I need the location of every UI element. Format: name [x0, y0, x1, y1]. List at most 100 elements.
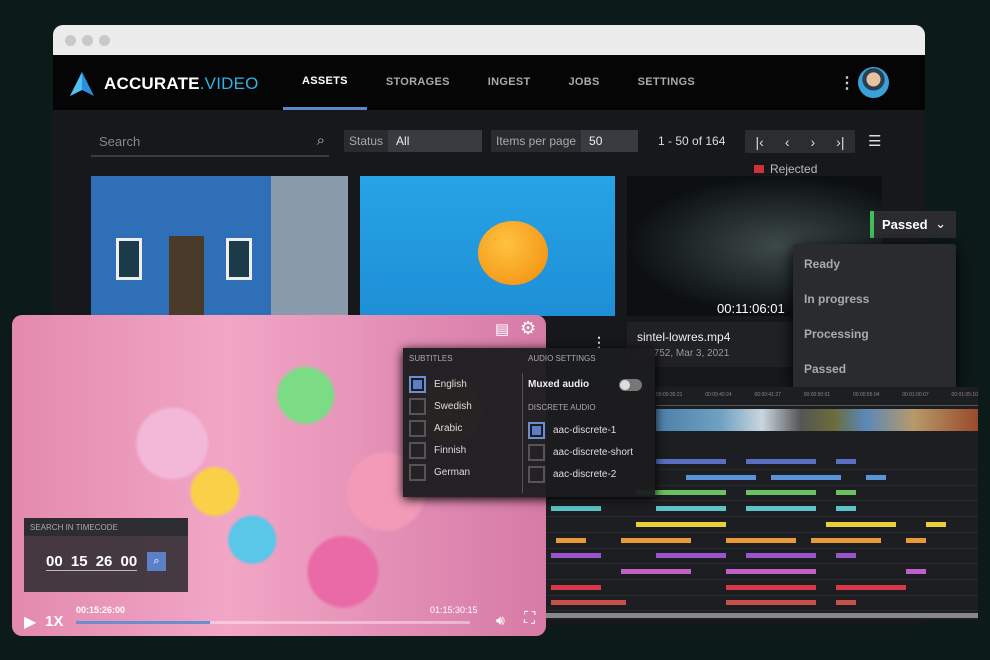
- image-detail: [116, 238, 142, 280]
- window-dot[interactable]: [65, 34, 76, 46]
- audio-option[interactable]: aac-discrete-short: [528, 444, 633, 461]
- nav-jobs[interactable]: JOBS: [550, 55, 619, 110]
- audio-option[interactable]: aac-discrete-2: [528, 466, 616, 483]
- menu-item-ready[interactable]: Ready: [793, 244, 956, 279]
- checkbox[interactable]: [528, 422, 545, 439]
- timeline-segment[interactable]: [621, 537, 691, 543]
- audio-option[interactable]: aac-discrete-1: [528, 422, 616, 439]
- subtitle-option[interactable]: German: [409, 464, 470, 481]
- timeline-segment[interactable]: [746, 490, 816, 496]
- checkbox[interactable]: [409, 398, 426, 415]
- timeline-segment[interactable]: [656, 553, 726, 559]
- status-select[interactable]: Status All: [344, 130, 483, 152]
- timeline-segment[interactable]: [551, 584, 601, 590]
- menu-item-processing[interactable]: Processing: [793, 314, 956, 349]
- window-dot[interactable]: [82, 34, 93, 46]
- timeline-thumbnails: [656, 409, 978, 431]
- timeline-segment[interactable]: [726, 600, 816, 606]
- window-dot[interactable]: [99, 34, 110, 46]
- more-vert-icon[interactable]: ⋮: [839, 73, 855, 93]
- status-selected: Passed: [882, 217, 928, 232]
- menu-item-in-progress[interactable]: In progress: [793, 279, 956, 314]
- timeline-segment[interactable]: [926, 521, 946, 527]
- checkbox-label: German: [434, 467, 471, 478]
- timeline-segment[interactable]: [906, 537, 926, 543]
- gear-icon[interactable]: ⚙: [520, 318, 536, 339]
- timeline-segment[interactable]: [636, 521, 726, 527]
- speed-button[interactable]: 1X: [45, 613, 63, 630]
- timeline-segment[interactable]: [746, 459, 816, 464]
- checkbox[interactable]: [528, 466, 545, 483]
- checkbox[interactable]: [409, 464, 426, 481]
- volume-icon[interactable]: 🔊︎: [496, 612, 505, 629]
- seek-bar[interactable]: [76, 621, 470, 624]
- play-icon[interactable]: ▶: [24, 612, 36, 632]
- timeline-segment[interactable]: [551, 506, 601, 512]
- next-page-icon[interactable]: ›: [810, 134, 815, 150]
- nav-storages[interactable]: STORAGES: [367, 55, 469, 110]
- track-line: [546, 500, 978, 502]
- subtitles-heading: SUBTITLES: [409, 354, 453, 363]
- timeline-segment[interactable]: [811, 537, 881, 543]
- fullscreen-icon[interactable]: ⛶: [524, 610, 535, 628]
- timeline-segment[interactable]: [656, 506, 726, 512]
- timeline-segment[interactable]: [771, 474, 841, 480]
- timeline-segment[interactable]: [686, 474, 756, 480]
- subtitle-option[interactable]: Swedish: [409, 398, 472, 415]
- subtitles-icon[interactable]: ▤: [495, 320, 509, 338]
- search-icon[interactable]: ⌕: [147, 552, 166, 571]
- checkbox[interactable]: [528, 444, 545, 461]
- timeline-segment[interactable]: [906, 568, 926, 574]
- timeline-segment[interactable]: [746, 506, 816, 512]
- nav-assets[interactable]: ASSETS: [283, 55, 367, 110]
- checkbox[interactable]: [409, 376, 426, 393]
- muxed-audio-toggle[interactable]: [619, 379, 642, 391]
- timeline-segment[interactable]: [551, 600, 626, 606]
- timeline-scrollbar[interactable]: [546, 613, 978, 618]
- checkbox[interactable]: [409, 442, 426, 459]
- track-line: [546, 594, 978, 596]
- menu-item-passed[interactable]: Passed: [793, 349, 956, 384]
- timeline-ruler[interactable]: 00:00:35:21 00:00:40:24 00:00:41:27 00:00:5…: [656, 392, 978, 406]
- asset-thumbnail[interactable]: [360, 176, 615, 316]
- search-input[interactable]: Search ⌕: [91, 130, 329, 157]
- timeline-segment[interactable]: [836, 584, 906, 590]
- timeline-segment[interactable]: [826, 521, 896, 527]
- timeline-segment[interactable]: [621, 568, 691, 574]
- rejected-icon: [754, 165, 764, 173]
- nav-ingest[interactable]: INGEST: [469, 55, 550, 110]
- status-dropdown[interactable]: Passed ⌄: [870, 211, 956, 238]
- subtitle-option[interactable]: English: [409, 376, 467, 393]
- subtitle-option[interactable]: Finnish: [409, 442, 466, 459]
- avatar[interactable]: [858, 67, 889, 98]
- timeline-segment[interactable]: [726, 537, 796, 543]
- track-line: [546, 563, 978, 565]
- toolbar: Search ⌕ Status All Items per page 50 1 - 5…: [53, 110, 925, 170]
- timeline-segment[interactable]: [836, 600, 856, 606]
- asset-thumbnail[interactable]: [91, 176, 348, 316]
- timecode-input[interactable]: 00 15 26 00: [46, 553, 138, 571]
- timeline-segment[interactable]: [836, 490, 856, 496]
- timeline-segment[interactable]: [726, 584, 816, 590]
- timeline-segment[interactable]: [866, 474, 886, 480]
- prev-page-icon[interactable]: ‹: [785, 134, 790, 150]
- search-icon[interactable]: ⌕: [317, 132, 325, 149]
- first-page-icon[interactable]: |‹: [756, 134, 764, 150]
- nav-settings[interactable]: SETTINGS: [619, 55, 714, 110]
- timeline-segment[interactable]: [836, 506, 856, 512]
- list-view-icon[interactable]: ☰: [868, 132, 881, 150]
- last-page-icon[interactable]: ›|: [836, 134, 844, 150]
- checkbox[interactable]: [409, 420, 426, 437]
- current-time: 00:15:26:00: [76, 605, 126, 615]
- timeline-segment[interactable]: [726, 568, 816, 574]
- timeline-segment[interactable]: [551, 553, 601, 559]
- logo[interactable]: ACCURATE.VIDEO: [69, 71, 259, 97]
- timeline-segment[interactable]: [656, 459, 726, 464]
- timeline-segment[interactable]: [746, 553, 816, 559]
- timeline-segment[interactable]: [836, 459, 856, 464]
- timeline-segment[interactable]: [836, 553, 856, 559]
- app-header: ACCURATE.VIDEO ASSETS STORAGES INGEST JO…: [53, 55, 925, 110]
- timeline-segment[interactable]: [556, 537, 586, 543]
- subtitle-option[interactable]: Arabic: [409, 420, 462, 437]
- items-per-page-select[interactable]: Items per page 50: [491, 130, 639, 152]
